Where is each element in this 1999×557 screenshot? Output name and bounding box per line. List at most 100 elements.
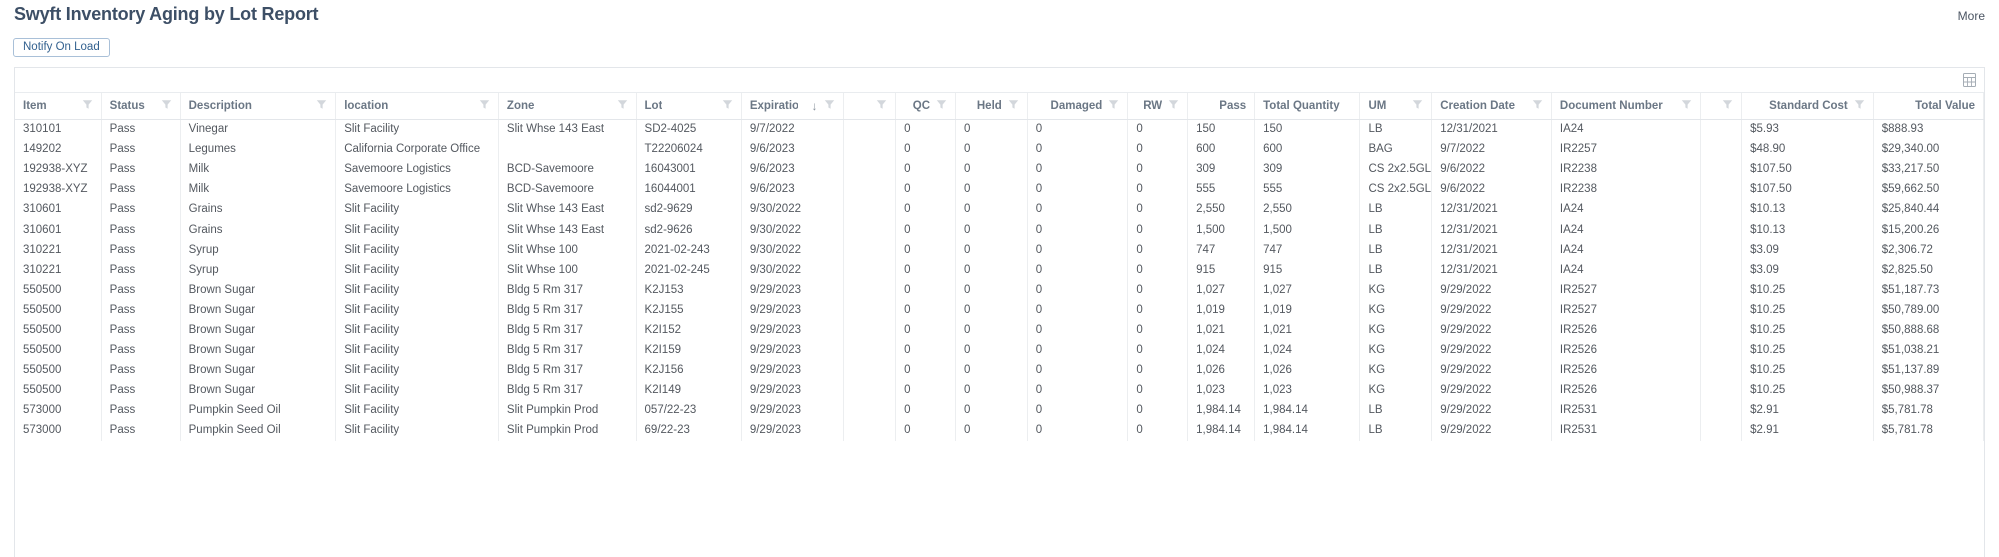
table-cell: KG [1359,299,1433,320]
table-cell: $107.50 [1741,159,1874,180]
table-cell: 0 [895,360,956,381]
column-header-item[interactable]: Item [15,93,102,120]
column-header-status[interactable]: Status [101,93,181,120]
column-header-creation-date[interactable]: Creation Date [1431,93,1552,120]
table-cell: $29,340.00 [1873,139,1984,160]
table-cell: 150 [1187,119,1256,140]
column-header-pass[interactable]: Pass [1187,93,1256,120]
column-header-location[interactable]: location [335,93,499,120]
table-row[interactable]: 550500 Pass Brown Sugar Slit Facility Bldg 5… [15,279,1984,300]
table-row[interactable]: 550500 Pass Brown Sugar Slit Facility Bldg 5… [15,340,1984,361]
column-header-zone[interactable]: Zone [498,93,637,120]
column-header-total-value[interactable]: Total Value [1873,93,1984,120]
table-cell: 9/30/2022 [741,239,844,260]
column-header-damaged[interactable]: Damaged [1027,93,1129,120]
table-cell: BCD-Savemoore [498,159,637,180]
table-cell: 9/29/2023 [741,319,844,341]
filter-funnel-icon[interactable] [617,99,628,113]
table-cell: BAG [1359,139,1433,160]
table-cell: $3.09 [1741,259,1874,280]
filter-funnel-icon[interactable] [1532,99,1543,113]
column-header-lot[interactable]: Lot [636,93,742,120]
column-header-document-number[interactable]: Document Number [1551,93,1702,120]
filter-funnel-icon[interactable] [1168,99,1179,113]
table-cell [843,179,897,200]
table-cell: Grains [180,219,337,240]
sort-descending-icon[interactable]: ↓ [812,100,818,112]
table-cell: Bldg 5 Rm 317 [498,319,637,341]
filter-funnel-icon[interactable] [876,99,887,113]
table-row[interactable]: 550500 Pass Brown Sugar Slit Facility Bldg 5… [15,360,1984,381]
column-header-blank[interactable] [1700,93,1743,120]
table-cell [843,239,897,260]
notify-on-load-button[interactable]: Notify On Load [13,38,110,57]
table-cell: 1,500 [1254,219,1361,240]
filter-funnel-icon[interactable] [1722,99,1733,113]
table-cell: K2I159 [636,340,742,361]
table-cell: IR2526 [1551,319,1702,341]
table-cell: 9/29/2023 [741,340,844,361]
column-header-rw[interactable]: RW [1127,93,1189,120]
filter-funnel-icon[interactable] [161,99,172,113]
table-row[interactable]: 550500 Pass Brown Sugar Slit Facility Bldg 5… [15,299,1984,320]
table-row[interactable]: 550500 Pass Brown Sugar Slit Facility Bldg 5… [15,380,1984,401]
table-row[interactable]: 310221 Pass Syrup Slit Facility Slit Whse 10… [15,259,1984,280]
filter-funnel-icon[interactable] [936,99,947,113]
table-row[interactable]: 310101 Pass Vinegar Slit Facility Slit Whse … [15,119,1984,140]
table-cell: K2I152 [636,319,742,341]
table-row[interactable]: 192938-XYZ Pass Milk Savemoore Logistics BCD… [15,179,1984,200]
table-cell: 9/6/2023 [741,159,844,180]
column-header-blank[interactable] [843,93,897,120]
more-button[interactable]: More [1958,9,1985,23]
column-header-expiration[interactable]: Expiration ↓ [741,93,844,120]
column-header-description[interactable]: Description [180,93,337,120]
column-header-um[interactable]: UM [1359,93,1433,120]
filter-funnel-icon[interactable] [1412,99,1423,113]
filter-funnel-icon[interactable] [479,99,490,113]
table-cell [1700,400,1743,421]
table-cell: 0 [1127,239,1189,260]
filter-funnel-icon[interactable] [824,99,835,113]
table-row[interactable]: 192938-XYZ Pass Milk Savemoore Logistics BCD… [15,159,1984,180]
table-cell [498,139,637,160]
table-row[interactable]: 310601 Pass Grains Slit Facility Slit Whse 1… [15,199,1984,220]
column-header-held[interactable]: Held [955,93,1028,120]
column-header-qc[interactable]: QC [895,93,956,120]
table-cell: Slit Facility [335,259,499,280]
header-row: Item Status Description location Zone Lot Expi… [15,93,1984,120]
filter-funnel-icon[interactable] [722,99,733,113]
filter-funnel-icon[interactable] [1108,99,1119,113]
filter-funnel-icon[interactable] [1681,99,1692,113]
table-row[interactable]: 149202 Pass Legumes California Corporate Of… [15,139,1984,160]
column-header-total-quantity[interactable]: Total Quantity [1254,93,1361,120]
filter-funnel-icon[interactable] [316,99,327,113]
table-cell: Slit Pumpkin Prod [498,420,637,441]
table-cell: 747 [1254,239,1361,260]
table-cell: 0 [895,340,956,361]
table-cell: 550500 [15,340,102,361]
table-cell: 747 [1187,239,1256,260]
table-cell: 0 [955,239,1028,260]
table-row[interactable]: 310601 Pass Grains Slit Facility Slit Whse 1… [15,219,1984,240]
filter-funnel-icon[interactable] [1008,99,1019,113]
filter-funnel-icon[interactable] [82,99,93,113]
table-cell: 9/29/2022 [1431,340,1552,361]
table-cell: Slit Facility [335,119,499,140]
table-row[interactable]: 310221 Pass Syrup Slit Facility Slit Whse 10… [15,239,1984,260]
table-row[interactable]: 550500 Pass Brown Sugar Slit Facility Bldg 5… [15,319,1984,341]
table-cell: IR2238 [1551,179,1702,200]
table-row[interactable]: 573000 Pass Pumpkin Seed Oil Slit Facility S… [15,400,1984,421]
table-cell: Grains [180,199,337,220]
column-header-standard-cost[interactable]: Standard Cost [1741,93,1874,120]
table-cell: IR2526 [1551,360,1702,381]
table-cell [1700,299,1743,320]
table-cell [1700,259,1743,280]
table-row[interactable]: 573000 Pass Pumpkin Seed Oil Slit Facility S… [15,420,1984,441]
filter-funnel-icon[interactable] [1854,99,1865,113]
table-cell: 1,024 [1187,340,1256,361]
table-cell: 150 [1254,119,1361,140]
export-spreadsheet-icon[interactable] [1963,73,1976,87]
table-cell: Pass [101,199,181,220]
table-cell: 1,984.14 [1254,420,1361,441]
column-header-label: Total Value [1915,99,1975,112]
